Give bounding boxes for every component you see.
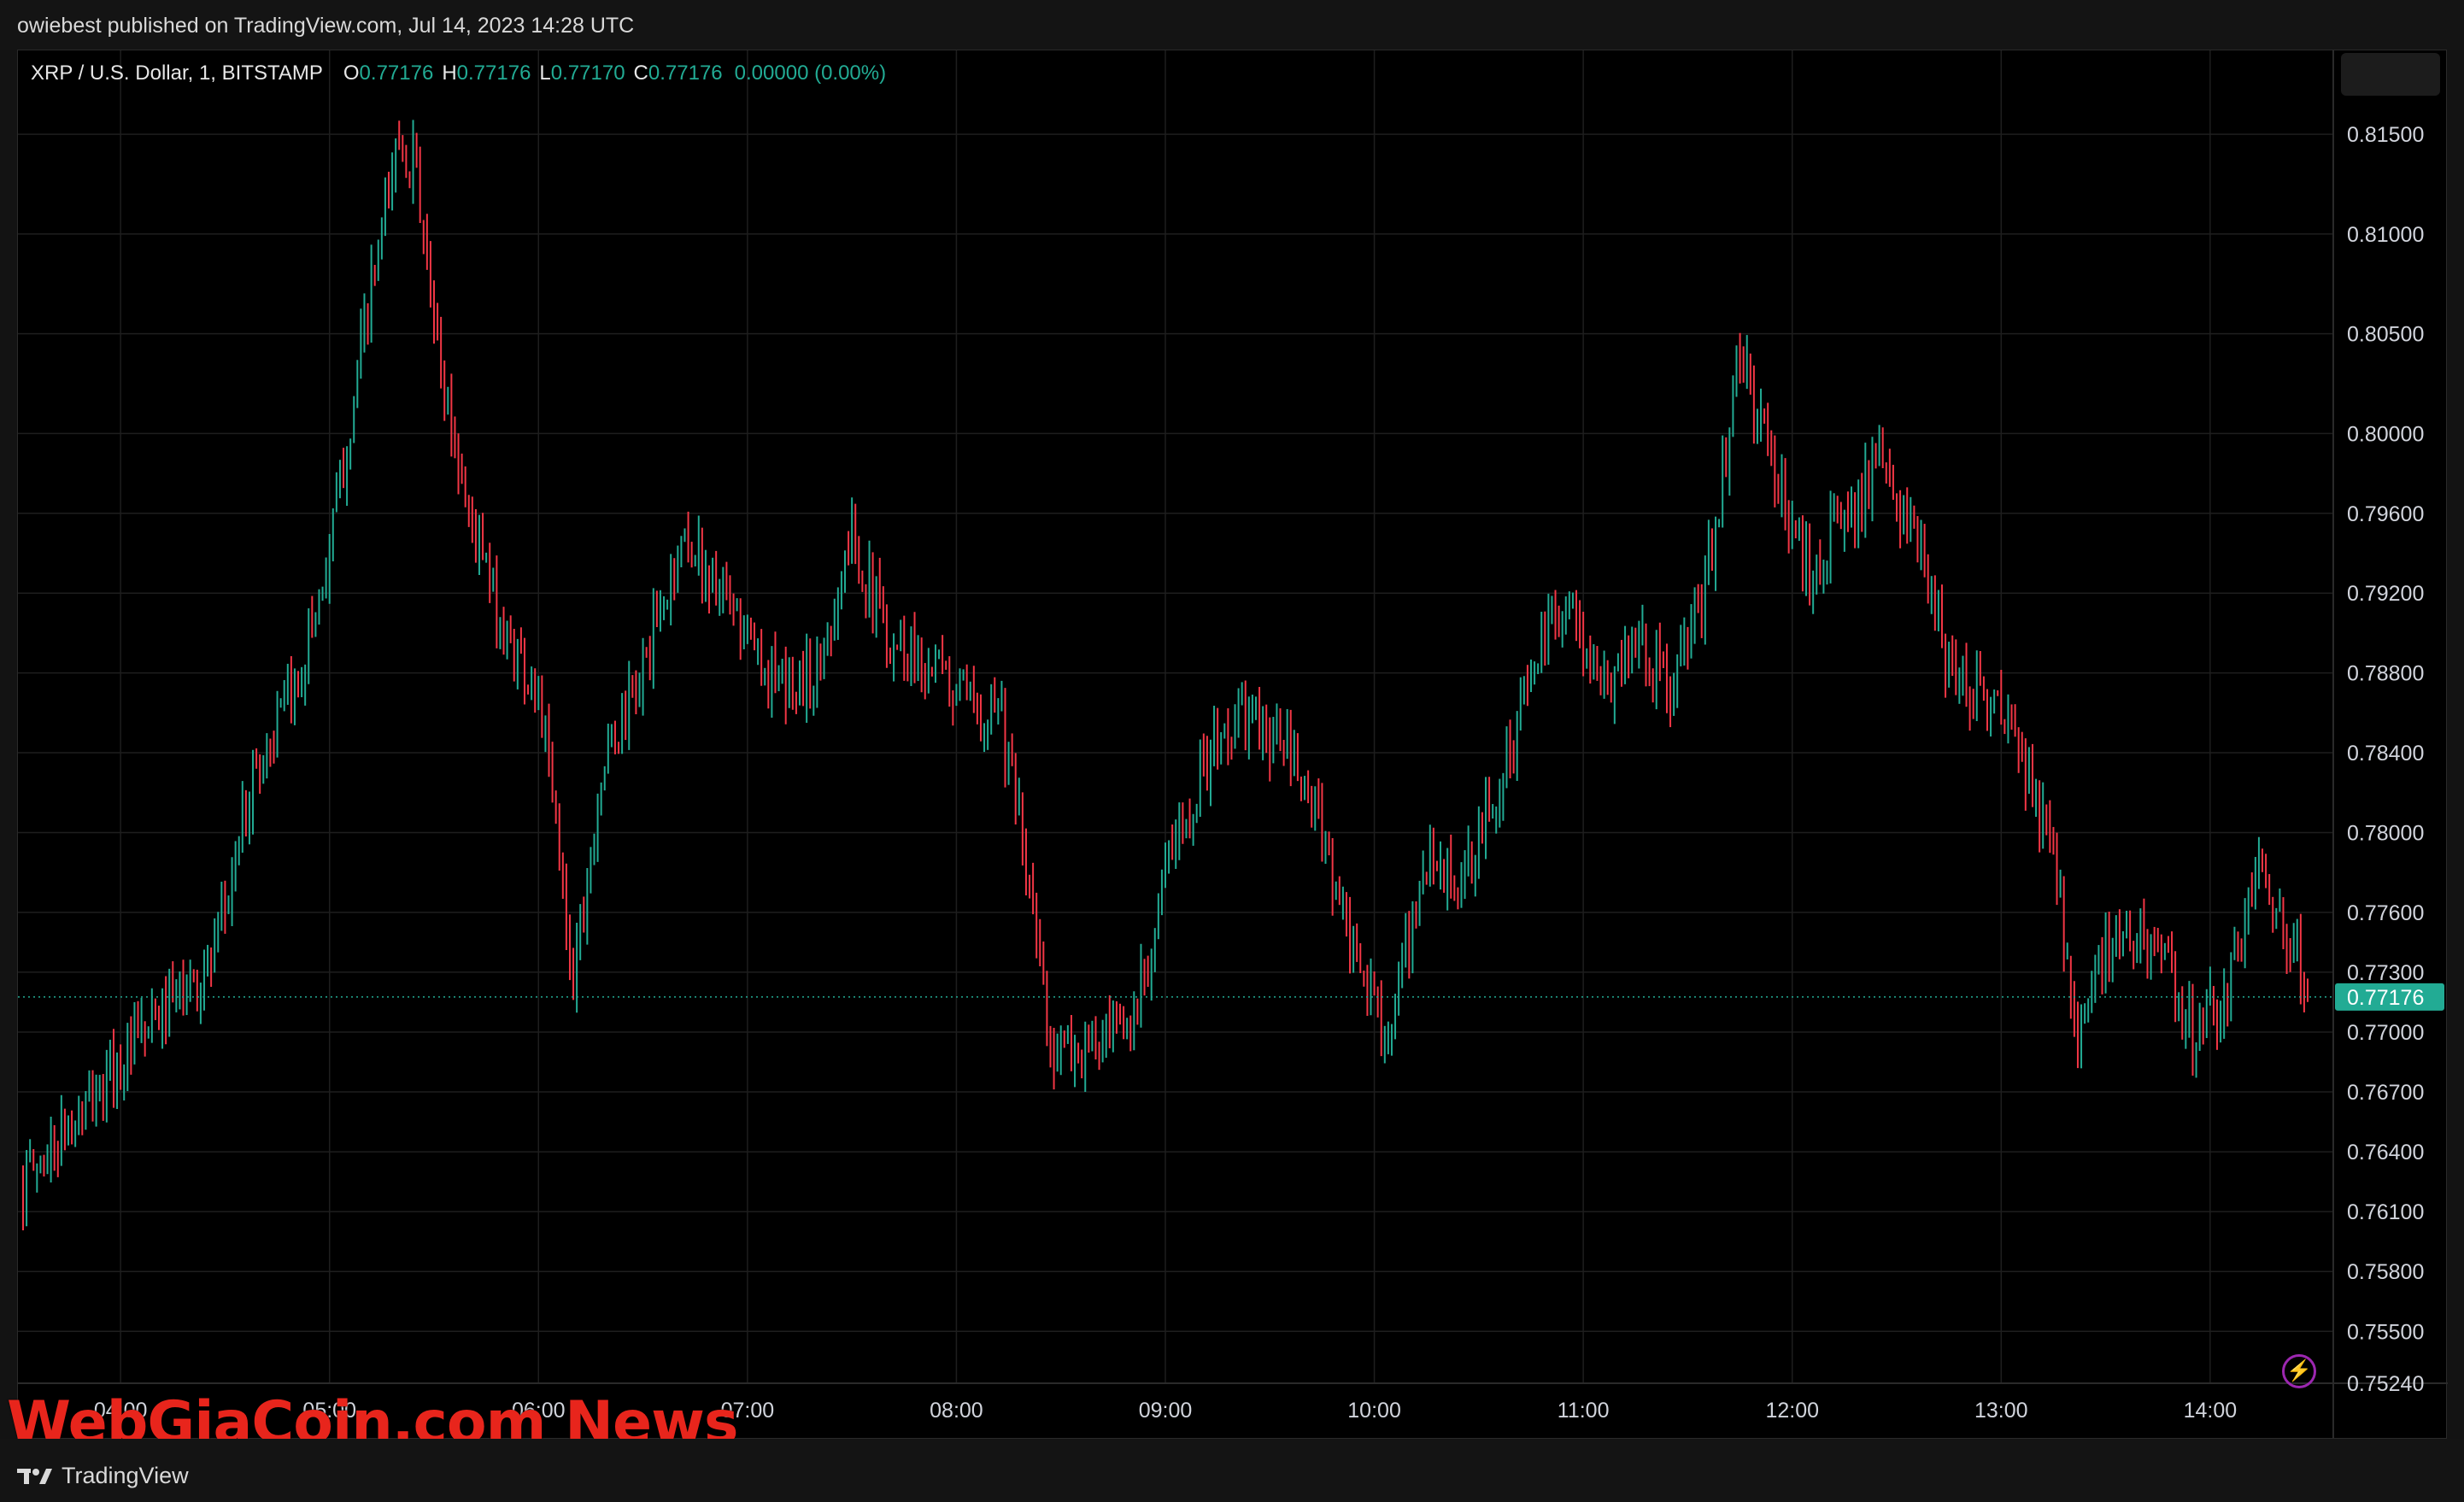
- y-tick-label: 0.76100: [2347, 1200, 2424, 1224]
- y-tick-label: 0.78800: [2347, 662, 2424, 686]
- y-tick-label: 0.79600: [2347, 502, 2424, 526]
- x-tick-label: 10:00: [1347, 1399, 1401, 1423]
- y-tick-label: 0.79200: [2347, 582, 2424, 606]
- close-label: C: [633, 62, 648, 85]
- price-chart[interactable]: 0.81500 0.81000 0.80500 0.80000 0.79600 0.792…: [18, 50, 2448, 1440]
- x-tick-label: 12:00: [1765, 1399, 1819, 1423]
- x-tick-label: 09:00: [1139, 1399, 1193, 1423]
- published-info: owiebest published on TradingView.com, J…: [17, 14, 635, 38]
- x-tick-label: 11:00: [1558, 1399, 1610, 1423]
- y-tick-label: 0.75240: [2347, 1372, 2424, 1396]
- y-tick-label: 0.78000: [2347, 821, 2424, 845]
- low-label: L: [539, 62, 551, 85]
- y-tick-label: 0.81000: [2347, 223, 2424, 247]
- chart-panel[interactable]: 0.81500 0.81000 0.80500 0.80000 0.79600 0.792…: [17, 50, 2448, 1440]
- y-tick-label: 0.78400: [2347, 742, 2424, 766]
- footer-bar: [0, 1439, 2464, 1502]
- high-value: 0.77176: [456, 62, 531, 85]
- close-value: 0.77176: [648, 62, 723, 85]
- high-label: H: [442, 62, 457, 85]
- brand-name: TradingView: [62, 1463, 189, 1488]
- y-tick-label: 0.80500: [2347, 323, 2424, 347]
- last-price-label: 0.77176: [2347, 986, 2424, 1010]
- y-tick-label: 0.81500: [2347, 123, 2424, 147]
- symbol-title[interactable]: XRP / U.S. Dollar, 1, BITSTAMP: [31, 62, 323, 85]
- lightning-bolt-icon[interactable]: ⚡: [2282, 1354, 2316, 1388]
- y-tick-label: 0.76400: [2347, 1141, 2424, 1165]
- y-tick-label: 0.77300: [2347, 961, 2424, 985]
- y-tick-label: 0.77600: [2347, 901, 2424, 925]
- change-value: 0.00000 (0.00%): [734, 62, 887, 85]
- x-tick-label: 14:00: [2184, 1399, 2238, 1423]
- ohlc-legend: XRP / U.S. Dollar, 1, BITSTAMP O 0.77176…: [31, 62, 886, 85]
- low-value: 0.77170: [550, 62, 625, 85]
- x-tick-label: 13:00: [1974, 1399, 2028, 1423]
- y-tick-label: 0.77000: [2347, 1021, 2424, 1045]
- open-label: O: [343, 62, 360, 85]
- y-tick-label: 0.80000: [2347, 422, 2424, 446]
- tradingview-logo[interactable]: TradingView: [17, 1463, 189, 1489]
- open-value: 0.77176: [359, 62, 434, 85]
- x-tick-label: 08:00: [930, 1399, 983, 1423]
- tradingview-logo-icon: [17, 1468, 52, 1484]
- y-tick-label: 0.75800: [2347, 1260, 2424, 1284]
- chart-toolbar-button[interactable]: [2341, 53, 2440, 96]
- y-tick-label: 0.76700: [2347, 1081, 2424, 1105]
- y-tick-label: 0.75500: [2347, 1320, 2424, 1344]
